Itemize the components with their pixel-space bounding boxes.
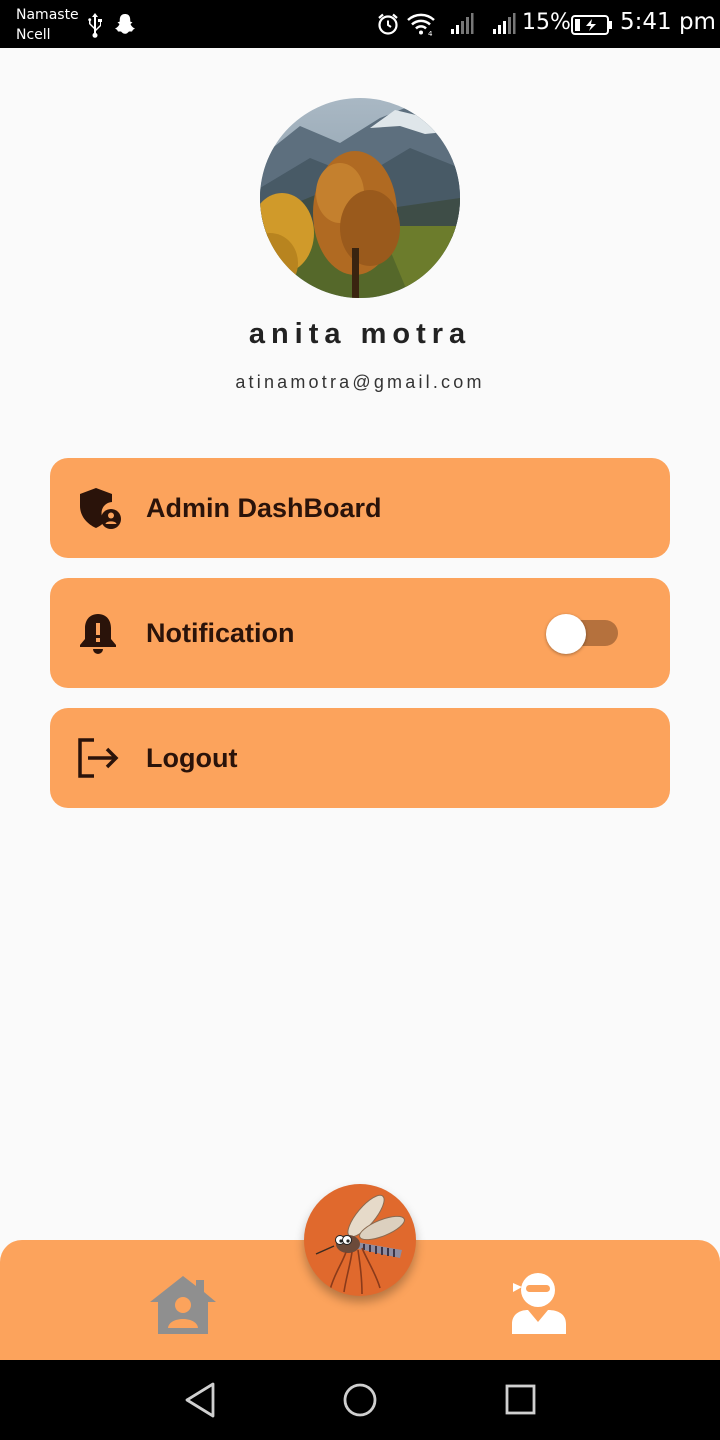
snapchat-icon	[113, 12, 137, 41]
carrier-label: Namaste Ncell	[16, 5, 79, 45]
system-nav-bar	[0, 1360, 720, 1440]
back-icon[interactable]	[180, 1382, 220, 1423]
bell-alert-icon	[74, 609, 122, 657]
carrier-line-1: Namaste	[16, 7, 79, 23]
profile-avatar[interactable]	[260, 98, 460, 298]
notification-toggle[interactable]	[546, 614, 620, 654]
logout-icon	[74, 734, 122, 782]
mosquito-icon	[315, 1194, 405, 1295]
signal-icon	[450, 12, 474, 41]
notification-label: Notification	[146, 618, 295, 648]
status-bar: Namaste Ncell 4 15% 5:41 pm	[0, 0, 720, 48]
alarm-icon	[376, 12, 400, 41]
notification-row: Notification	[50, 578, 670, 688]
wifi-icon: 4	[406, 12, 436, 41]
admin-dashboard-button[interactable]: Admin DashBoard	[50, 458, 670, 558]
profile-name: anita motra	[248, 318, 472, 350]
user-ninja-icon[interactable]	[508, 1270, 570, 1341]
battery-charging-icon	[571, 14, 613, 41]
logout-button[interactable]: Logout	[50, 708, 670, 808]
home-person-icon[interactable]	[148, 1272, 218, 1341]
logout-label: Logout	[146, 743, 238, 773]
battery-percent: 15%	[522, 10, 571, 35]
toggle-thumb	[546, 614, 586, 654]
recents-icon[interactable]	[500, 1382, 540, 1423]
landscape-photo	[260, 98, 460, 298]
clock: 5:41 pm	[620, 9, 716, 35]
profile-email: atinamotra@gmail.com	[235, 372, 485, 392]
mosquito-fab-button[interactable]	[304, 1184, 416, 1296]
home-circle-icon[interactable]	[340, 1382, 380, 1423]
svg-text:4: 4	[428, 30, 433, 36]
admin-dashboard-label: Admin DashBoard	[146, 493, 382, 523]
carrier-line-2: Ncell	[16, 27, 51, 43]
usb-icon	[86, 12, 104, 43]
admin-shield-icon	[74, 484, 122, 532]
signal-icon	[492, 12, 516, 41]
